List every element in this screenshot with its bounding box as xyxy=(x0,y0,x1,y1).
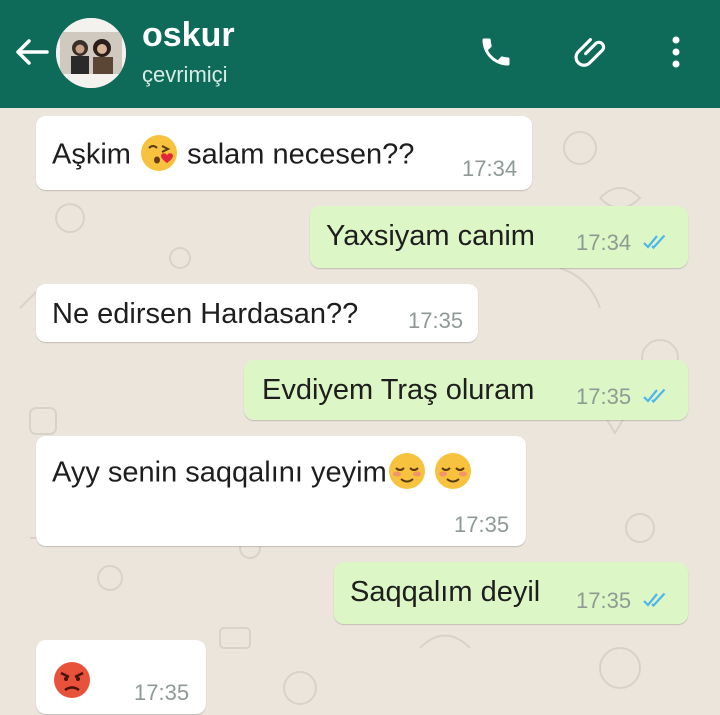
message-time: 17:34 xyxy=(462,156,518,181)
message-bubble-outgoing[interactable]: Yaxsiyam canim 17:34 xyxy=(310,206,688,268)
message-text: Ne edirsen Hardasan?? xyxy=(52,298,359,330)
message-time: 17:35 xyxy=(576,588,632,613)
chat-header: oskur çevrimiçi xyxy=(0,0,720,108)
message-text: Aşkim salam necesen?? xyxy=(52,135,414,176)
message-time: 17:35 xyxy=(576,384,632,409)
avatar[interactable] xyxy=(56,18,126,88)
read-ticks-icon xyxy=(643,592,666,608)
angry-face-emoji xyxy=(54,662,90,698)
message-bubble-outgoing[interactable]: Saqqalım deyil 17:35 xyxy=(334,562,688,624)
back-arrow-icon[interactable] xyxy=(12,30,52,74)
message-bubble-incoming[interactable]: Ne edirsen Hardasan?? 17:35 xyxy=(36,284,478,342)
read-ticks-icon xyxy=(643,388,666,404)
contact-status: çevrimiçi xyxy=(142,62,228,87)
kissing-heart-emoji xyxy=(141,135,178,171)
message-time: 17:35 xyxy=(134,680,190,705)
phone-icon[interactable] xyxy=(474,30,518,74)
message-text: Evdiyem Traş oluram xyxy=(262,374,535,406)
read-ticks-icon xyxy=(643,234,666,250)
message-bubble-incoming[interactable]: Ayy senin saqqalını yeyim 17:35 xyxy=(36,436,526,546)
chat-area[interactable]: Aşkim salam necesen?? 17:34 Yaxsiyam can… xyxy=(0,108,720,715)
message-time: 17:35 xyxy=(408,308,464,333)
relieved-smile-emoji xyxy=(388,453,425,489)
message-text: Ayy senin saqqalını yeyim xyxy=(52,453,473,494)
message-bubble-incoming[interactable]: 17:35 xyxy=(36,640,206,714)
message-time: 17:35 xyxy=(454,512,510,537)
message-text: Saqqalım deyil xyxy=(350,576,541,608)
message-text: Yaxsiyam canim xyxy=(326,220,535,252)
contact-name[interactable]: oskur xyxy=(142,16,235,55)
message-bubble-outgoing[interactable]: Evdiyem Traş oluram 17:35 xyxy=(244,360,688,420)
message-time: 17:34 xyxy=(576,230,632,255)
paperclip-icon[interactable] xyxy=(570,30,614,74)
more-vert-icon[interactable] xyxy=(654,30,698,74)
relieved-smile-emoji xyxy=(434,453,471,489)
message-bubble-incoming[interactable]: Aşkim salam necesen?? 17:34 xyxy=(36,116,532,190)
